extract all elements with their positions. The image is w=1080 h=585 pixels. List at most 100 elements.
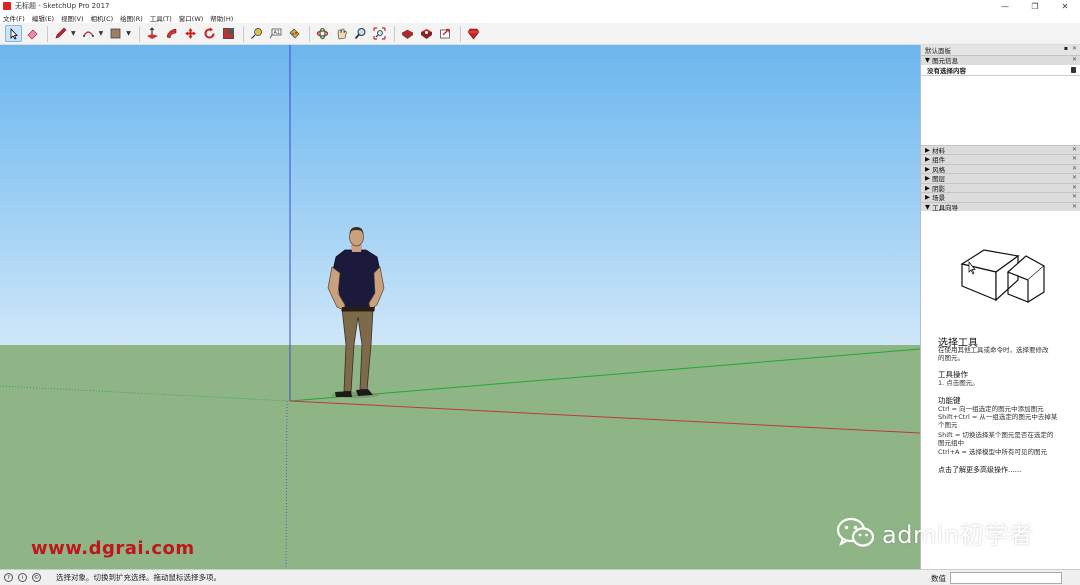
ruby-icon[interactable] bbox=[465, 25, 482, 42]
credits-icon[interactable]: i bbox=[18, 573, 27, 582]
orbit-icon[interactable] bbox=[314, 25, 331, 42]
expanded-triangle-icon: ▼ bbox=[925, 202, 933, 211]
modifier-key-line: Ctrl+A = 选择模型中所有可见的图元 bbox=[938, 448, 1048, 456]
move-icon[interactable] bbox=[182, 25, 199, 42]
wechat-icon bbox=[836, 517, 875, 547]
menu-bar: 文件(F) 编辑(E) 视图(V) 相机(C) 绘图(R) 工具(T) 窗口(W… bbox=[0, 12, 1080, 23]
scale-figure[interactable] bbox=[327, 227, 385, 398]
blue-axis-negative bbox=[285, 400, 288, 569]
modifier-key-line: 个图元 bbox=[938, 421, 958, 429]
close-icon[interactable]: ✕ bbox=[1072, 146, 1077, 153]
menu-edit[interactable]: 编辑(E) bbox=[32, 13, 54, 23]
geolocation-icon[interactable]: ? bbox=[4, 573, 13, 582]
warehouse-icon[interactable] bbox=[399, 25, 416, 42]
tray-title: 默认面板 ▪ ✕ bbox=[921, 45, 1080, 55]
close-button[interactable]: ✕ bbox=[1050, 0, 1080, 12]
toolbar-separator bbox=[308, 25, 310, 42]
pan-icon[interactable] bbox=[333, 25, 350, 42]
extension-warehouse-icon[interactable] bbox=[418, 25, 435, 42]
arc-icon[interactable] bbox=[80, 25, 97, 42]
tray-title-label: 默认面板 bbox=[925, 47, 951, 55]
tray-header-shadows[interactable]: ▶ 阴影 ✕ bbox=[921, 182, 1080, 193]
rectangle-icon[interactable] bbox=[107, 25, 124, 42]
menu-tools[interactable]: 工具(T) bbox=[150, 13, 172, 23]
entity-info-status: 没有选择内容 bbox=[921, 65, 1080, 76]
chevron-down-icon[interactable]: ▼ bbox=[71, 30, 76, 37]
close-icon[interactable]: ✕ bbox=[1072, 45, 1077, 52]
menu-draw[interactable]: 绘图(R) bbox=[120, 13, 143, 23]
expanded-triangle-icon: ▼ bbox=[925, 56, 933, 65]
tape-measure-icon[interactable] bbox=[248, 25, 265, 42]
collapsed-triangle-icon: ▶ bbox=[925, 155, 933, 164]
close-icon[interactable]: ✕ bbox=[1072, 165, 1077, 172]
close-icon[interactable]: ✕ bbox=[1072, 155, 1077, 162]
pencil-icon[interactable] bbox=[52, 25, 69, 42]
zoom-extents-icon[interactable] bbox=[371, 25, 388, 42]
minimize-button[interactable]: — bbox=[990, 0, 1020, 12]
green-axis-negative bbox=[0, 385, 291, 402]
paint-bucket-icon[interactable] bbox=[286, 25, 303, 42]
entity-status-label: 没有选择内容 bbox=[927, 66, 966, 75]
scale-icon[interactable] bbox=[220, 25, 237, 42]
push-pull-icon[interactable] bbox=[144, 25, 161, 42]
tool-operations-step: 1. 点击图元。 bbox=[938, 379, 979, 387]
wechat-watermark: admin初学者 bbox=[836, 515, 1033, 550]
modifier-key-line: Ctrl = 向一组选定的图元中添加图元 bbox=[938, 405, 1044, 413]
eraser-icon[interactable] bbox=[24, 25, 41, 42]
select-tool-illustration bbox=[960, 249, 1046, 304]
menu-camera[interactable]: 相机(C) bbox=[91, 13, 114, 23]
close-icon[interactable]: ✕ bbox=[1072, 56, 1077, 63]
text-icon[interactable]: A1 bbox=[267, 25, 284, 42]
tray-header-scenes[interactable]: ▶ 场景 ✕ bbox=[921, 192, 1080, 202]
close-icon[interactable]: ✕ bbox=[1072, 193, 1077, 200]
default-tray-panel: 默认面板 ▪ ✕ ▼ 图元信息 ✕ 没有选择内容 ▶ 材料 ✕ ▶ 组件 ✕ ▶… bbox=[920, 45, 1080, 569]
collapsed-triangle-icon: ▶ bbox=[925, 193, 933, 202]
toolbar-separator bbox=[138, 25, 140, 42]
window-title: 无标题 - SketchUp Pro 2017 bbox=[15, 2, 110, 10]
tray-header-styles[interactable]: ▶ 风格 ✕ bbox=[921, 163, 1080, 174]
advanced-operations-link[interactable]: 点击了解更多高级操作...... bbox=[938, 465, 1021, 475]
model-viewport[interactable]: www.dgrai.com bbox=[0, 45, 920, 569]
chevron-down-icon[interactable]: ▼ bbox=[126, 30, 131, 37]
share-model-icon[interactable] bbox=[437, 25, 454, 42]
close-icon[interactable]: ✕ bbox=[1072, 174, 1077, 181]
lock-icon[interactable] bbox=[1071, 66, 1076, 73]
sketchup-app-icon bbox=[3, 2, 11, 10]
tray-header-instructor[interactable]: ▼ 工具向导 ✕ bbox=[921, 201, 1080, 212]
instructor-desc-line1: 在使用其他工具或命令时，选择要修改 bbox=[938, 346, 1049, 354]
follow-me-icon[interactable] bbox=[163, 25, 180, 42]
close-icon[interactable]: ✕ bbox=[1072, 184, 1077, 191]
tray-header-materials[interactable]: ▶ 材料 ✕ bbox=[921, 144, 1080, 155]
chevron-down-icon[interactable]: ▼ bbox=[99, 30, 104, 37]
close-icon[interactable]: ✕ bbox=[1072, 203, 1077, 210]
status-message: 选择对象。切换到扩充选择。拖动鼠标选择多项。 bbox=[56, 573, 221, 582]
maximize-button[interactable]: ❐ bbox=[1020, 0, 1050, 12]
menu-window[interactable]: 窗口(W) bbox=[179, 13, 204, 23]
tray-header-components[interactable]: ▶ 组件 ✕ bbox=[921, 154, 1080, 164]
measurements-input[interactable] bbox=[950, 572, 1062, 584]
menu-file[interactable]: 文件(F) bbox=[3, 13, 25, 23]
tray-header-label: 工具向导 bbox=[932, 203, 959, 212]
menu-help[interactable]: 帮助(H) bbox=[210, 13, 233, 23]
user-account-icon[interactable]: © bbox=[32, 573, 41, 582]
toolbar-separator bbox=[459, 25, 461, 42]
tray-header-entity-info[interactable]: ▼ 图元信息 ✕ bbox=[921, 55, 1080, 65]
pin-icon[interactable]: ▪ bbox=[1064, 45, 1068, 52]
tray-header-layers[interactable]: ▶ 图层 ✕ bbox=[921, 173, 1080, 183]
menu-view[interactable]: 视图(V) bbox=[61, 13, 84, 23]
collapsed-triangle-icon: ▶ bbox=[925, 145, 933, 154]
status-bar: ? i © 选择对象。切换到扩充选择。拖动鼠标选择多项。 数值 bbox=[0, 569, 1080, 585]
toolbar-separator bbox=[242, 25, 244, 42]
modifier-key-line: 图元组中 bbox=[938, 439, 964, 447]
rotate-icon[interactable] bbox=[201, 25, 218, 42]
svg-text:A1: A1 bbox=[273, 30, 280, 36]
select-icon[interactable] bbox=[5, 25, 22, 42]
collapsed-triangle-icon: ▶ bbox=[925, 174, 933, 183]
window-controls: — ❐ ✕ bbox=[990, 0, 1080, 12]
red-axis bbox=[289, 400, 920, 434]
site-watermark: www.dgrai.com bbox=[31, 538, 195, 559]
toolbar-separator bbox=[47, 25, 48, 42]
drawing-axes bbox=[0, 45, 920, 569]
modifier-key-line: Shift+Ctrl = 从一组选定的图元中去掉某 bbox=[938, 413, 1058, 421]
zoom-icon[interactable] bbox=[352, 25, 369, 42]
